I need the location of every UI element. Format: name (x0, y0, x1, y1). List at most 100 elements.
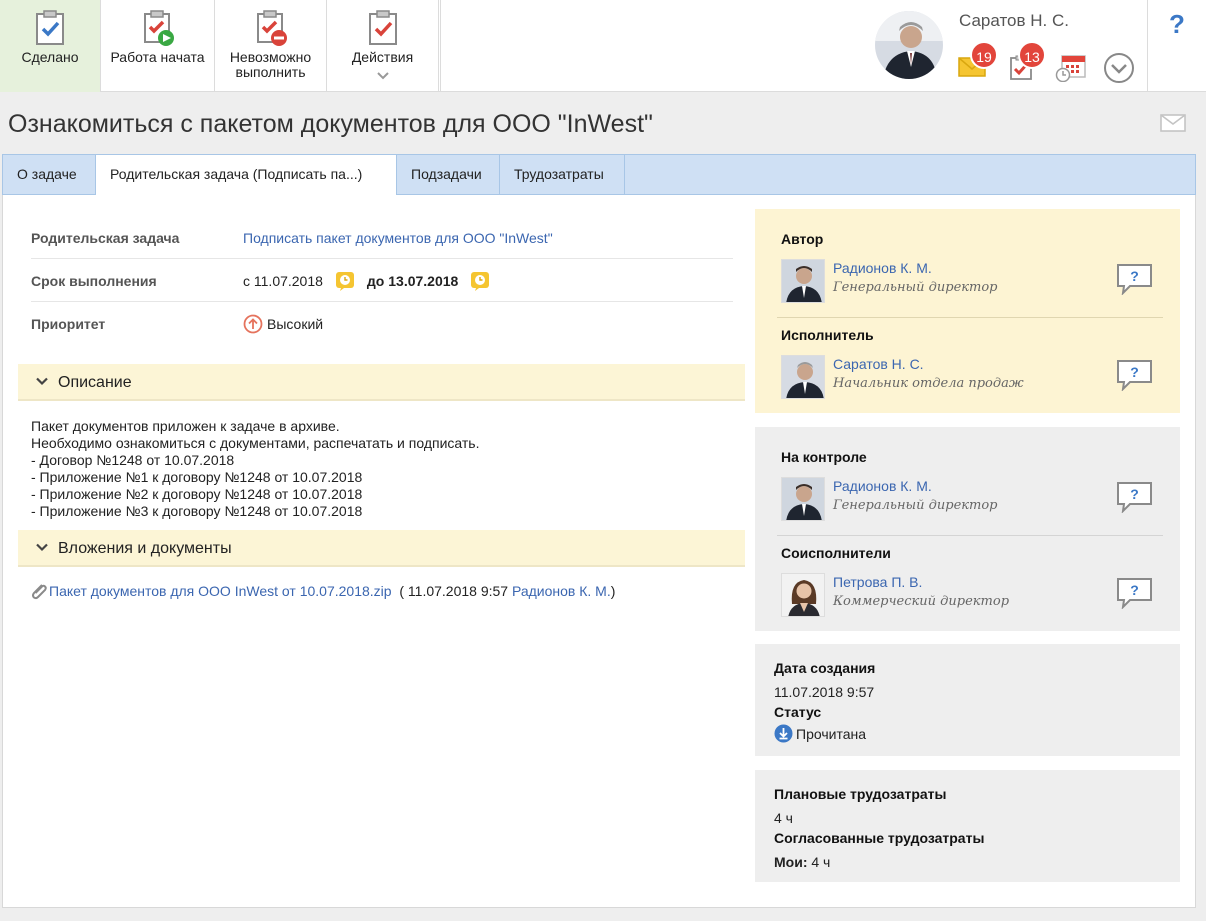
card-divider (777, 317, 1163, 318)
avatar[interactable] (781, 355, 825, 399)
tab-bar: О задаче Родительская задача (Подписать … (2, 154, 1196, 196)
svg-text:?: ? (1130, 268, 1139, 284)
author-role: Генеральный директор (833, 280, 998, 295)
question-bubble-icon[interactable]: ? (1116, 359, 1154, 391)
avatar[interactable] (781, 477, 825, 521)
attachment-file-link[interactable]: Пакет документов для ООО InWest от 10.07… (49, 583, 392, 599)
user-menu-button[interactable] (1103, 52, 1135, 84)
calendar-button[interactable] (1055, 54, 1087, 83)
description-section-header[interactable]: Описание (18, 364, 745, 401)
author-executor-card: Автор Радионов К. М. Генеральный директо… (755, 209, 1180, 413)
attachments-section-header[interactable]: Вложения и документы (18, 530, 745, 567)
my-effort: Мои: 4 ч (774, 854, 830, 870)
task-count-badge: 13 (1018, 41, 1046, 69)
calendar-clock-icon (1055, 55, 1086, 83)
description-section-title: Описание (58, 374, 132, 391)
user-avatar[interactable] (875, 11, 943, 79)
woman-photo-icon (782, 574, 824, 616)
task-info-card: Дата создания 11.07.2018 9:57 Статус Про… (755, 644, 1180, 756)
priority-value: Высокий (243, 314, 323, 334)
svg-text:?: ? (1130, 364, 1139, 380)
impossible-label-line2: выполнить (235, 64, 306, 80)
question-bubble-icon[interactable]: ? (1116, 577, 1154, 609)
description-line: - Приложение №2 к договору №1248 от 10.0… (31, 486, 363, 502)
coexec-person: Петрова П. В. Коммерческий директор ? (781, 573, 1163, 617)
my-effort-value: 4 ч (811, 854, 831, 870)
attachment-close-paren: ) (610, 583, 616, 599)
card-divider (777, 535, 1163, 536)
planned-effort-value: 4 ч (774, 810, 793, 826)
control-header: На контроле (781, 449, 867, 465)
impossible-label-line1: Невозможно (229, 49, 312, 65)
impossible-label: Невозможно выполнить (215, 50, 326, 80)
labor-costs-card: Плановые трудозатраты 4 ч Согласованные … (755, 770, 1180, 882)
tab-subtasks[interactable]: Подзадачи (397, 155, 500, 194)
attachments-section-title: Вложения и документы (58, 540, 232, 557)
actions-button[interactable]: Действия (327, 0, 439, 92)
clock-icon[interactable] (335, 271, 355, 291)
tab-labor-costs[interactable]: Трудозатраты (500, 155, 625, 194)
control-name-link[interactable]: Радионов К. М. (833, 478, 932, 494)
clipboard-check-icon (36, 10, 64, 45)
deadline-label: Срок выполнения (31, 273, 157, 289)
author-name-link[interactable]: Радионов К. М. (833, 260, 932, 276)
control-person: Радионов К. М. Генеральный директор ? (781, 477, 1163, 521)
chevron-down-icon (36, 543, 48, 552)
actions-label: Действия (351, 49, 414, 65)
control-role: Генеральный директор (833, 498, 998, 513)
priority-label: Приоритет (31, 316, 106, 332)
parent-task-row: Родительская задача Подписать пакет доку… (31, 216, 733, 259)
my-effort-label: Мои: (774, 854, 808, 870)
man-photo-icon (782, 478, 824, 520)
done-button[interactable]: Сделано (0, 0, 101, 92)
svg-text:?: ? (1130, 582, 1139, 598)
toolbar: Сделано Работа начата Невозможно выполни… (0, 0, 1206, 92)
deadline-values: с 11.07.2018 до 13.07.2018 (243, 271, 502, 291)
impossible-button[interactable]: Невозможно выполнить (215, 0, 327, 92)
attachment-row: Пакет документов для ООО InWest от 10.07… (29, 583, 615, 601)
deadline-to: до 13.07.2018 (366, 273, 459, 289)
clipboard-play-icon (143, 10, 174, 46)
deadline-from: с 11.07.2018 (243, 273, 323, 289)
clipboard-stop-icon (256, 10, 287, 46)
created-date-value: 11.07.2018 9:57 (774, 684, 875, 700)
envelope-outline-icon[interactable] (1160, 114, 1186, 132)
arrow-up-circle-icon (243, 314, 263, 334)
attachment-open-paren: ( (399, 583, 405, 599)
user-photo-icon (875, 11, 943, 79)
author-header: Автор (781, 231, 824, 247)
description-text: Пакет документов приложен к задаче в арх… (31, 418, 479, 520)
svg-text:?: ? (1130, 486, 1139, 502)
attachment-author-link[interactable]: Радионов К. М. (512, 583, 611, 599)
coexec-role: Коммерческий директор (833, 594, 1010, 609)
tab-about-task[interactable]: О задаче (3, 155, 96, 194)
mail-count-badge: 19 (970, 41, 998, 69)
status-label: Статус (774, 704, 822, 720)
parent-task-link[interactable]: Подписать пакет документов для ООО "InWe… (243, 230, 553, 246)
tab-parent-task[interactable]: Родительская задача (Подписать па...) (96, 155, 397, 196)
attachment-date: 11.07.2018 9:57 (407, 583, 509, 599)
status-value: Прочитана (774, 724, 866, 743)
coexec-header: Соисполнители (781, 545, 891, 561)
clock-icon[interactable] (470, 271, 490, 291)
executor-header: Исполнитель (781, 327, 874, 343)
work-started-button[interactable]: Работа начата (101, 0, 215, 92)
clipboard-check-red-icon (368, 10, 397, 45)
author-person: Радионов К. М. Генеральный директор ? (781, 259, 1163, 303)
description-line: - Договор №1248 от 10.07.2018 (31, 452, 235, 468)
deadline-row: Срок выполнения с 11.07.2018 до 13.07.20… (31, 259, 733, 302)
description-line: Пакет документов приложен к задаче в арх… (31, 418, 340, 434)
chevron-down-icon (36, 377, 48, 386)
help-button[interactable]: ? (1147, 0, 1206, 92)
question-bubble-icon[interactable]: ? (1116, 481, 1154, 513)
user-name[interactable]: Саратов Н. С. (959, 11, 1069, 31)
description-line: Необходимо ознакомиться с документами, р… (31, 435, 480, 451)
work-started-label: Работа начата (110, 49, 205, 65)
avatar[interactable] (781, 259, 825, 303)
avatar[interactable] (781, 573, 825, 617)
coexec-name-link[interactable]: Петрова П. В. (833, 574, 922, 590)
executor-person: Саратов Н. С. Начальник отдела продаж ? (781, 355, 1163, 399)
question-bubble-icon[interactable]: ? (1116, 263, 1154, 295)
download-circle-icon (774, 724, 793, 743)
executor-name-link[interactable]: Саратов Н. С. (833, 356, 924, 372)
